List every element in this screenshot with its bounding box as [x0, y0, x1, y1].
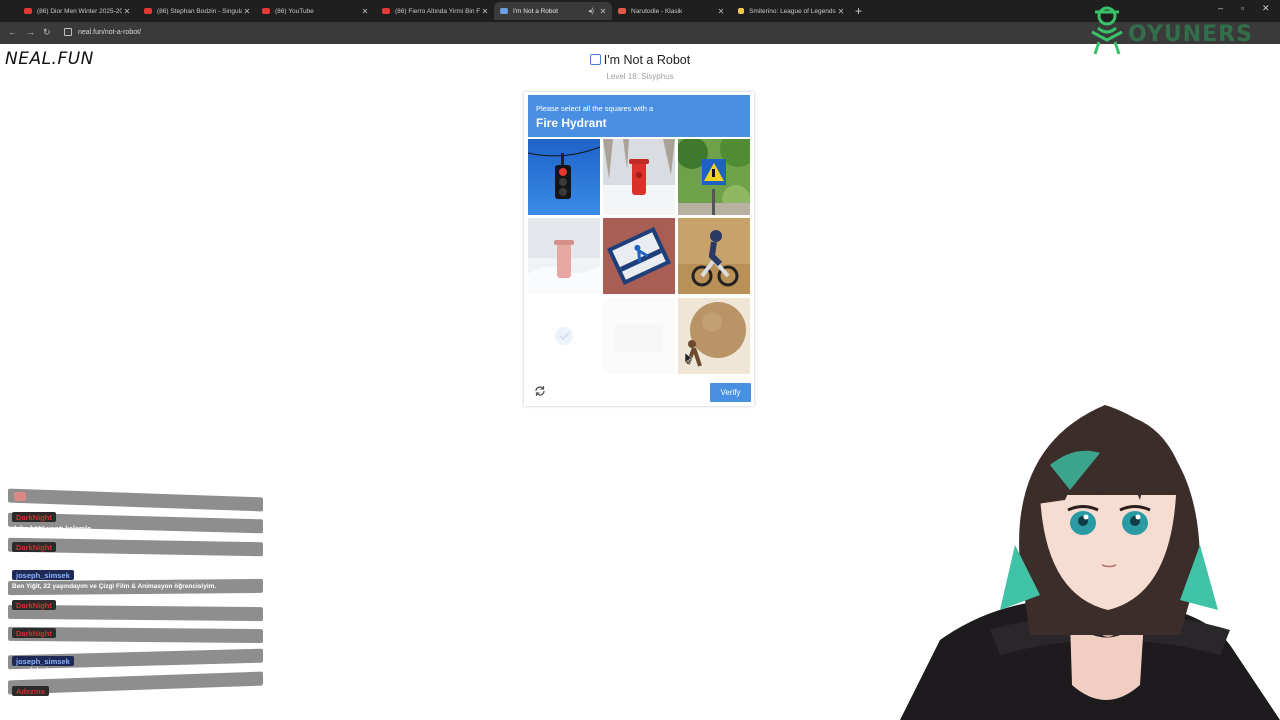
captcha-tile-fire-hydrant-faded[interactable] [528, 218, 600, 294]
captcha-tile-empty-2[interactable] [603, 298, 675, 374]
tab-title: (86) YouTube [275, 7, 314, 15]
new-tab-button[interactable]: + [855, 4, 862, 18]
youtube-icon [382, 8, 390, 14]
chat-text: Ben Yiğit, 22 yaşındayım ve Çizgi Film &… [12, 583, 217, 590]
level-subtitle: Level 18: Sisyphus [606, 72, 674, 81]
chat-username: DarkNight [12, 542, 56, 552]
chat-username: joseph_simsek [12, 570, 74, 580]
captcha-prompt: Please select all the squares with a [536, 104, 654, 113]
browser-tab-4[interactable]: (86) Fierro Altında Yirmi Bin Fe... ✕ [376, 2, 494, 20]
close-icon[interactable]: ✕ [360, 7, 370, 16]
chat-username: DarkNight [12, 600, 56, 610]
logo-text: OYUNERS [1128, 22, 1253, 47]
browser-tab-7[interactable]: Smiterino: League of Legends... ✕ [732, 2, 850, 20]
url-text: neal.fun/not-a-robot/ [78, 28, 142, 36]
speaker-icon[interactable]: ◂) [588, 7, 594, 15]
tab-title: Narutodle - Klasik [631, 7, 683, 15]
chat-avatar [14, 492, 26, 501]
chat-username: joseph_simsek [12, 656, 74, 666]
chat-username: Adezma [12, 686, 49, 696]
close-icon[interactable]: ✕ [598, 7, 608, 16]
tab-title: (86) Stephan Bodzin - Singulari... [157, 7, 242, 15]
captcha-tile-fire-hydrant-snow[interactable] [603, 139, 675, 215]
browser-tab-6[interactable]: Narutodle - Klasik ✕ [612, 2, 730, 20]
youtube-icon [262, 8, 270, 14]
captcha-widget: Please select all the squares with a Fir… [524, 92, 754, 406]
tab-title: Smiterino: League of Legends... [749, 7, 836, 15]
tab-title: I'm Not a Robot [513, 7, 558, 15]
chat-message [8, 488, 263, 512]
close-icon[interactable]: ✕ [716, 7, 726, 16]
captcha-header: Please select all the squares with a Fir… [528, 95, 750, 137]
chat-username: DarkNight [12, 628, 56, 638]
forward-icon[interactable]: → [26, 27, 35, 37]
close-icon[interactable]: ✕ [836, 7, 846, 16]
captcha-tile-traffic-light[interactable] [528, 139, 600, 215]
browser-tab-1[interactable]: (86) Dior Men Winter 2025-20... ✕ [18, 2, 136, 20]
smiterino-icon [738, 8, 744, 14]
captcha-tile-empty-1[interactable] [528, 298, 600, 374]
site-info-icon[interactable] [64, 28, 72, 36]
captcha-tile-crosswalk-street[interactable] [603, 218, 675, 294]
captcha-target: Fire Hydrant [536, 116, 607, 130]
tab-title: (86) Fierro Altında Yirmi Bin Fe... [395, 7, 480, 15]
page-title: I'm Not a Robot [0, 53, 1280, 67]
robot-icon [589, 54, 601, 65]
mouse-cursor-icon [685, 353, 693, 365]
robot-icon [500, 8, 508, 14]
chat-text: daha kötü yaptı kalemle [12, 526, 91, 533]
url-field[interactable]: neal.fun/not-a-robot/ [64, 28, 141, 36]
youtube-icon [24, 8, 32, 14]
tab-title: (86) Dior Men Winter 2025-20... [37, 7, 122, 15]
chat-text: yuvarlak çizemiyo ama [12, 668, 88, 675]
close-icon[interactable]: ✕ [242, 7, 252, 16]
chat-username: DarkNight [12, 512, 56, 522]
captcha-tile-crosswalk-sign[interactable] [678, 139, 750, 215]
reload-icon[interactable]: ↻ [43, 27, 51, 38]
browser-tab-2[interactable]: (86) Stephan Bodzin - Singulari... ✕ [138, 2, 256, 20]
browser-tab-3[interactable]: (86) YouTube ✕ [256, 2, 374, 20]
vtuber-avatar [900, 405, 1280, 720]
close-icon[interactable]: ✕ [480, 7, 490, 16]
naruto-icon [618, 8, 626, 14]
verify-button[interactable]: Verify [710, 383, 751, 402]
close-icon[interactable]: ✕ [122, 7, 132, 16]
reload-captcha-icon[interactable] [533, 384, 547, 398]
page-title-text: I'm Not a Robot [603, 53, 691, 67]
captcha-tile-motocross[interactable] [678, 218, 750, 294]
back-icon[interactable]: ← [8, 27, 17, 37]
youtube-icon [144, 8, 152, 14]
browser-tab-active[interactable]: I'm Not a Robot ◂) ✕ [494, 2, 612, 20]
